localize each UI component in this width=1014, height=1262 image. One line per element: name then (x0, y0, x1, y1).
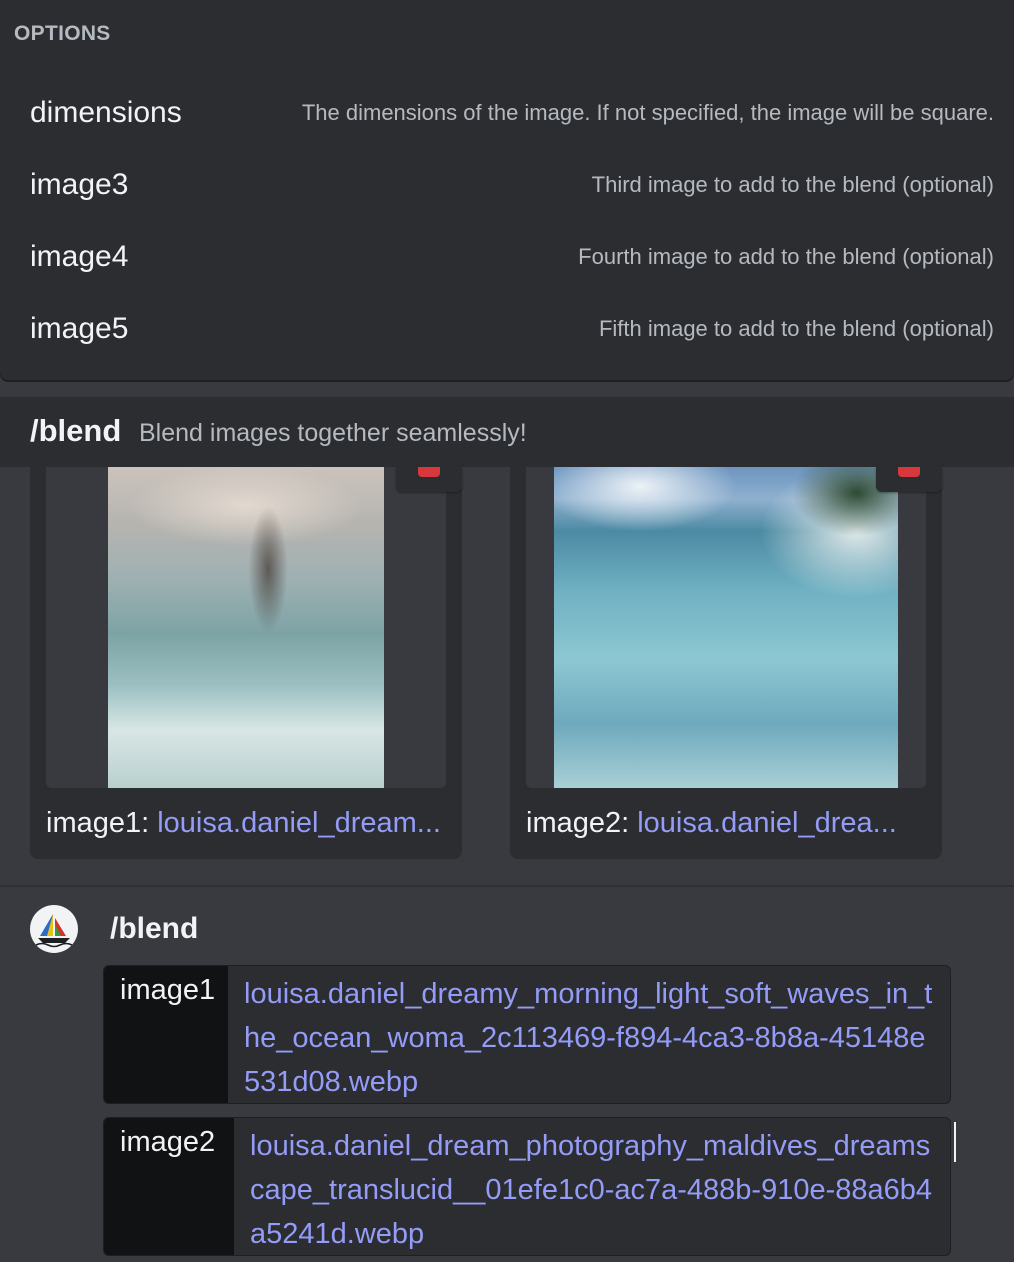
option-description: Third image to add to the blend (optiona… (591, 172, 994, 197)
attachment-toolbar (396, 467, 462, 492)
param-image1: image1 louisa.daniel_dreamy_morning_ligh… (103, 965, 951, 1104)
command-name: /blend (30, 413, 122, 448)
option-image3[interactable]: image3 Third image to add to the blend (… (0, 154, 1014, 214)
attachment-image-surf (108, 467, 384, 788)
midjourney-boat-icon[interactable] (30, 905, 78, 953)
attachment-preview[interactable] (526, 467, 926, 788)
attachment-caption: image2: louisa.daniel_drea... (526, 807, 930, 840)
option-image5[interactable]: image5 Fifth image to add to the blend (… (0, 298, 1014, 358)
command-description: Blend images together seamlessly! (139, 419, 527, 447)
attachment-label: image2: (526, 807, 630, 839)
option-image4[interactable]: image4 Fourth image to add to the blend … (0, 226, 1014, 286)
attachment-label: image1: (46, 807, 150, 839)
param-key: image2 (104, 1118, 234, 1255)
option-name: image3 (30, 168, 129, 201)
param-value-link[interactable]: louisa.daniel_dream_photography_maldives… (250, 1124, 936, 1255)
option-description: Fourth image to add to the blend (option… (578, 244, 994, 269)
attachments-area: image1: louisa.daniel_dream... image2: l… (0, 467, 1014, 887)
param-key: image1 (104, 966, 228, 1103)
option-name: dimensions (30, 96, 182, 129)
options-popup: OPTIONS dimensions The dimensions of the… (0, 0, 1014, 380)
attachment-filename-link[interactable]: louisa.daniel_dream... (157, 807, 441, 839)
option-name: image5 (30, 312, 129, 345)
option-description: The dimensions of the image. If not spec… (301, 100, 994, 125)
text-caret (954, 1122, 956, 1162)
option-name: image4 (30, 240, 129, 273)
options-header: OPTIONS (14, 22, 111, 45)
attachment-card-image1: image1: louisa.daniel_dream... (30, 467, 462, 859)
attachment-preview[interactable] (46, 467, 446, 788)
trash-icon[interactable] (898, 467, 920, 477)
param-value-link[interactable]: louisa.daniel_dreamy_morning_light_soft_… (244, 972, 936, 1103)
message-command: /blend (110, 912, 199, 945)
param-image2: image2 louisa.daniel_dream_photography_m… (103, 1117, 951, 1256)
trash-icon[interactable] (418, 467, 440, 477)
attachment-image-pool (554, 467, 898, 788)
attachment-card-image2: image2: louisa.daniel_drea... (510, 467, 942, 859)
option-description: Fifth image to add to the blend (optiona… (598, 316, 994, 341)
attachment-filename-link[interactable]: louisa.daniel_drea... (637, 807, 897, 839)
attachment-caption: image1: louisa.daniel_dream... (46, 807, 450, 840)
command-bar: /blend Blend images together seamlessly! (0, 397, 1014, 467)
option-dimensions[interactable]: dimensions The dimensions of the image. … (0, 82, 1014, 142)
attachment-toolbar (876, 467, 942, 492)
